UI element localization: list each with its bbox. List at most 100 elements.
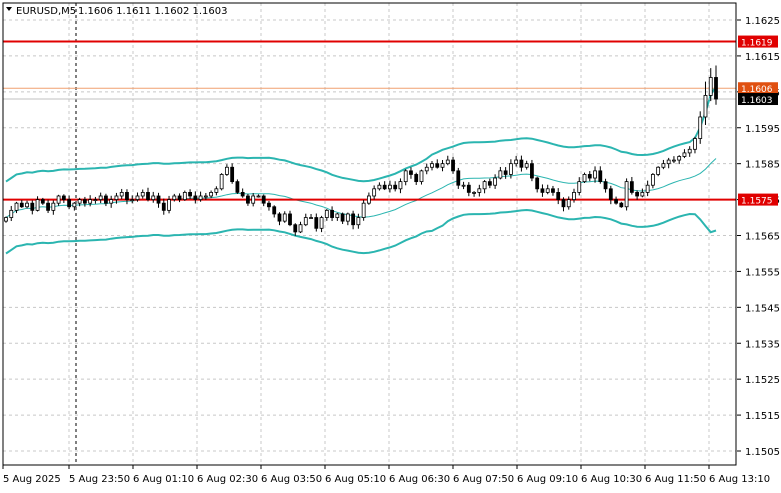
candle-body[interactable] [98, 195, 103, 200]
candle-body[interactable] [298, 224, 303, 233]
candle-body[interactable] [445, 159, 450, 165]
candle-body[interactable] [282, 213, 287, 222]
candle-body[interactable] [177, 195, 182, 200]
candle-body[interactable] [345, 213, 350, 222]
candle-body[interactable] [25, 202, 29, 208]
candle-body[interactable] [335, 213, 340, 218]
chart-canvas[interactable]: 1.16251.16151.16051.15951.15851.15751.15… [0, 0, 781, 489]
candle-body[interactable] [256, 195, 261, 198]
candle-body[interactable] [30, 202, 35, 211]
candle-body[interactable] [451, 159, 455, 172]
candle-body[interactable] [687, 148, 692, 154]
candle-body[interactable] [330, 209, 334, 218]
candle-body[interactable] [230, 166, 235, 183]
candle-body[interactable] [19, 202, 24, 208]
candle-body[interactable] [477, 188, 482, 193]
candle-body[interactable] [309, 217, 313, 219]
candle-body[interactable] [666, 159, 671, 165]
candle-body[interactable] [493, 177, 498, 186]
candle-body[interactable] [619, 202, 624, 208]
candle-body[interactable] [46, 202, 50, 211]
candle-body[interactable] [67, 199, 72, 208]
candle-body[interactable] [366, 195, 371, 204]
candle-body[interactable] [214, 188, 219, 193]
candle-body[interactable] [272, 206, 277, 215]
candle-body[interactable] [235, 181, 240, 193]
dropdown-triangle-icon[interactable] [6, 7, 12, 11]
candle-body[interactable] [682, 152, 687, 157]
candle-body[interactable] [640, 191, 645, 197]
candle-body[interactable] [240, 191, 245, 197]
candle-body[interactable] [393, 184, 398, 190]
candle-body[interactable] [219, 174, 224, 190]
candle-body[interactable] [303, 217, 308, 226]
candle-body[interactable] [677, 156, 682, 161]
candle-body[interactable] [251, 195, 256, 204]
candle-body[interactable] [388, 184, 392, 190]
candle-body[interactable] [572, 191, 576, 200]
candle-body[interactable] [419, 170, 424, 183]
candle-body[interactable] [635, 191, 640, 197]
candle-body[interactable] [340, 213, 345, 222]
candle-body[interactable] [603, 181, 608, 190]
candle-body[interactable] [88, 199, 93, 204]
candle-body[interactable] [130, 199, 135, 201]
candle-body[interactable] [203, 195, 208, 198]
candle-body[interactable] [377, 184, 382, 190]
candle-body[interactable] [182, 191, 187, 200]
candle-body[interactable] [156, 195, 161, 204]
candle-body[interactable] [540, 188, 545, 193]
candle-body[interactable] [109, 199, 114, 204]
candle-body[interactable] [324, 209, 329, 218]
candle-body[interactable] [587, 174, 592, 179]
candle-body[interactable] [503, 170, 508, 175]
candle-body[interactable] [698, 116, 703, 139]
candle-body[interactable] [708, 77, 713, 96]
candle-body[interactable] [51, 202, 56, 211]
candle-body[interactable] [440, 163, 445, 168]
candle-body[interactable] [356, 217, 361, 226]
candle-body[interactable] [519, 159, 524, 168]
candle-body[interactable] [482, 181, 487, 190]
candle-body[interactable] [650, 174, 655, 186]
candle-body[interactable] [508, 163, 513, 175]
candle-body[interactable] [487, 181, 492, 186]
candle-body[interactable] [598, 170, 603, 183]
candle-body[interactable] [151, 195, 156, 200]
candle-body[interactable] [693, 138, 697, 150]
candle-body[interactable] [246, 195, 250, 204]
candle-body[interactable] [566, 199, 571, 208]
candle-body[interactable] [403, 170, 408, 183]
candle-body[interactable] [82, 199, 87, 204]
candle-body[interactable] [461, 184, 466, 187]
candle-body[interactable] [104, 195, 108, 204]
candle-body[interactable] [524, 163, 529, 168]
candle-body[interactable] [672, 159, 676, 162]
candle-body[interactable] [409, 170, 413, 175]
candle-body[interactable] [40, 199, 45, 204]
candle-body[interactable] [288, 213, 292, 226]
candle-body[interactable] [661, 163, 666, 168]
candle-body[interactable] [9, 209, 14, 218]
candle-body[interactable] [714, 77, 718, 100]
candle-body[interactable] [372, 188, 377, 197]
candle-body[interactable] [198, 195, 203, 200]
candle-body[interactable] [61, 195, 66, 200]
candle-body[interactable] [530, 163, 534, 179]
candle-body[interactable] [424, 166, 429, 172]
candle-body[interactable] [209, 191, 214, 197]
candle-body[interactable] [382, 184, 387, 190]
candle-body[interactable] [614, 199, 618, 204]
candle-body[interactable] [556, 191, 561, 200]
candle-body[interactable] [4, 217, 8, 222]
candle-body[interactable] [114, 195, 119, 200]
candle-body[interactable] [472, 191, 476, 194]
candle-body[interactable] [140, 191, 145, 197]
candle-body[interactable] [314, 217, 319, 229]
candle-body[interactable] [125, 191, 129, 200]
candle-body[interactable] [466, 184, 471, 193]
candle-body[interactable] [167, 199, 171, 211]
candle-body[interactable] [14, 202, 19, 211]
candle-body[interactable] [172, 195, 177, 200]
candle-body[interactable] [624, 181, 629, 208]
